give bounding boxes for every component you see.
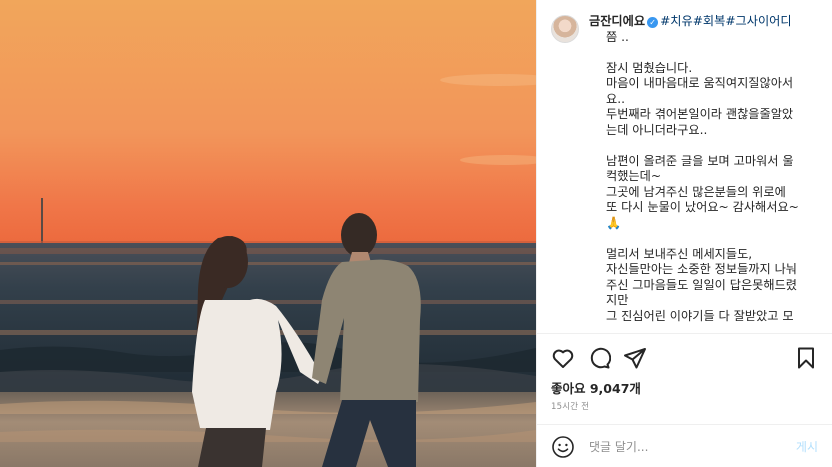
verified-badge-icon: ✓ (647, 17, 659, 28)
caption-line: 주신 그마음들도 일일이 답은못해드렸 (606, 277, 798, 292)
sunset-beach-image (0, 0, 536, 467)
caption-line: 는데 아니더라구요.. (606, 122, 708, 137)
caption-area[interactable]: 금잔디에요 ✓ #치유#회복#그사이어디 쯤 .. 잠시 멈췄습니다. 마음이 내마음대… (537, 0, 832, 333)
caption-line: 그곳에 남겨주신 많은분들의 위로에 (606, 184, 786, 199)
paper-plane-icon[interactable] (623, 346, 647, 370)
heart-icon[interactable] (551, 346, 575, 370)
caption-line: 또 다시 눈물이 났어요~ 감사해서요~ (606, 200, 799, 214)
likes-count[interactable]: 좋아요 9,047개 (551, 378, 641, 397)
caption-line: 멀리서 보내주신 메세지들도, (606, 246, 753, 261)
caption-first-line: 금잔디에요 ✓ #치유#회복#그사이어디 (589, 14, 818, 30)
caption-text: 쯤 .. 잠시 멈췄습니다. 마음이 내마음대로 움직여지질않아서 요.. 두번째라 겪… (589, 30, 818, 325)
caption-line: 요.. (606, 91, 625, 106)
caption-body: 금잔디에요 ✓ #치유#회복#그사이어디 쯤 .. 잠시 멈췄습니다. 마음이 내마음대… (589, 14, 818, 324)
caption-row: 금잔디에요 ✓ #치유#회복#그사이어디 쯤 .. 잠시 멈췄습니다. 마음이 내마음대… (551, 14, 818, 324)
caption-line: 두번째라 겪어본일이라 괜찮을줄알았 (606, 107, 794, 121)
caption-line: 쯤 .. (606, 29, 629, 44)
comment-icon[interactable] (587, 346, 611, 370)
smiley-icon[interactable] (551, 435, 575, 459)
post-comment-button[interactable]: 게시 (796, 438, 818, 455)
avatar[interactable] (551, 15, 579, 43)
caption-line: 그 진심어린 이야기들 다 잘받았고 모 (606, 308, 794, 323)
post-side-panel: 금잔디에요 ✓ #치유#회복#그사이어디 쯤 .. 잠시 멈췄습니다. 마음이 내마음대… (536, 0, 832, 467)
post-photo[interactable] (0, 0, 536, 467)
caption-line: 지만 (606, 293, 629, 307)
caption-line: 마음이 내마음대로 움직여지질않아서 (606, 76, 794, 90)
caption-line: 잠시 멈췄습니다. (606, 60, 693, 75)
bookmark-icon[interactable] (794, 346, 818, 370)
username[interactable]: 금잔디에요 (589, 14, 645, 28)
caption-line: 자신들만아는 소중한 정보들까지 나눠 (606, 262, 798, 276)
action-icon-row (551, 346, 818, 370)
post: 금잔디에요 ✓ #치유#회복#그사이어디 쯤 .. 잠시 멈췄습니다. 마음이 내마음대… (0, 0, 832, 467)
comment-input[interactable] (589, 439, 788, 454)
caption-line: 컥했는데~ (606, 169, 662, 183)
caption-line: 남편이 올려준 글을 보며 고마워서 울 (606, 153, 794, 168)
comment-box: 게시 (537, 424, 832, 467)
caption-line: 🙏 (606, 215, 622, 230)
actions-section: 좋아요 9,047개 15시간 전 게시 (537, 333, 832, 467)
post-timestamp[interactable]: 15시간 전 (551, 400, 589, 412)
hashtags[interactable]: #치유#회복#그사이어디 (660, 14, 792, 28)
